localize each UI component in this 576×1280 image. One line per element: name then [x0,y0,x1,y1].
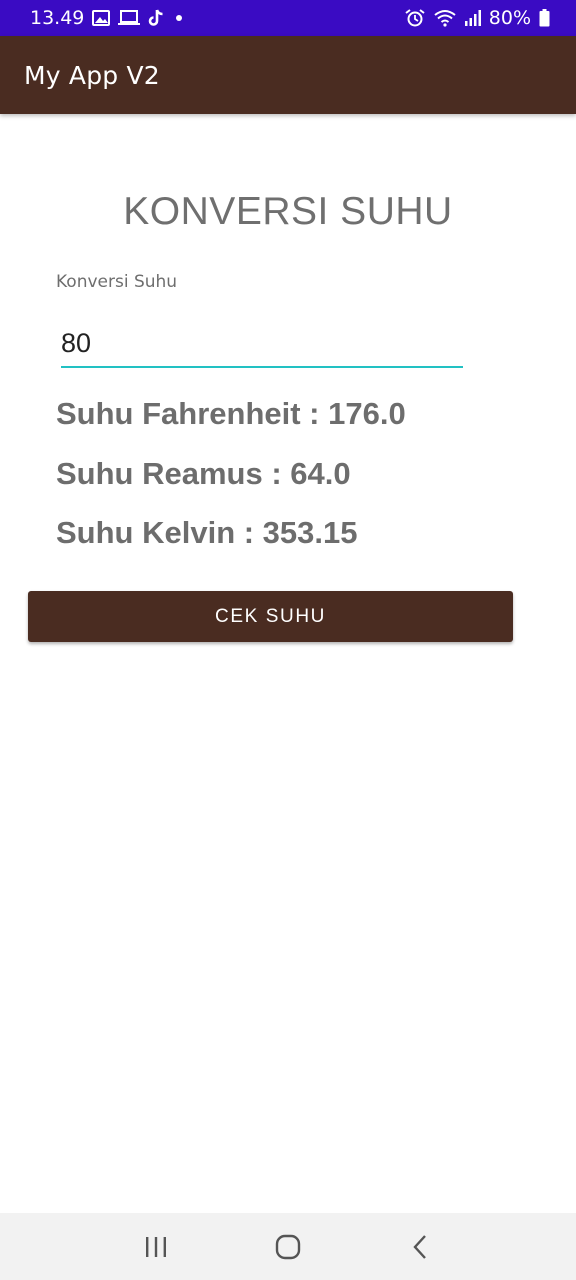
page-heading: KONVERSI SUHU [123,190,453,233]
status-right: 80% [405,7,550,29]
back-button[interactable] [395,1222,445,1272]
input-underline [61,366,463,368]
check-temperature-button[interactable]: CEK SUHU [28,591,513,642]
laptop-icon [118,8,141,28]
battery-icon [539,8,550,28]
battery-percent: 80% [488,7,531,29]
gallery-icon [92,8,111,28]
home-button[interactable] [263,1222,313,1272]
kelvin-result: Suhu Kelvin : 353.15 [56,515,358,550]
navigation-bar [0,1213,576,1280]
temperature-input[interactable] [61,320,463,366]
app-bar: My App V2 [0,36,576,114]
wifi-icon [433,8,457,28]
status-time: 13.49 [30,7,85,29]
temperature-input-wrapper [61,320,463,370]
app-title: My App V2 [24,60,160,90]
notification-dot-icon [176,15,183,21]
input-label: Konversi Suhu [56,272,178,292]
fahrenheit-result: Suhu Fahrenheit : 176.0 [56,396,406,431]
tiktok-icon [148,8,164,28]
back-icon [413,1234,426,1259]
recents-icon [146,1236,166,1257]
signal-icon [464,8,481,28]
alarm-icon [405,8,425,28]
recents-button[interactable] [131,1222,181,1272]
status-bar: 13.49 80% [0,0,576,36]
screen: 13.49 80% My App V2 KONVERSI SUHU Konver… [0,0,576,1280]
reamur-result: Suhu Reamus : 64.0 [56,456,351,491]
status-left: 13.49 [30,7,183,29]
home-icon [275,1234,301,1259]
